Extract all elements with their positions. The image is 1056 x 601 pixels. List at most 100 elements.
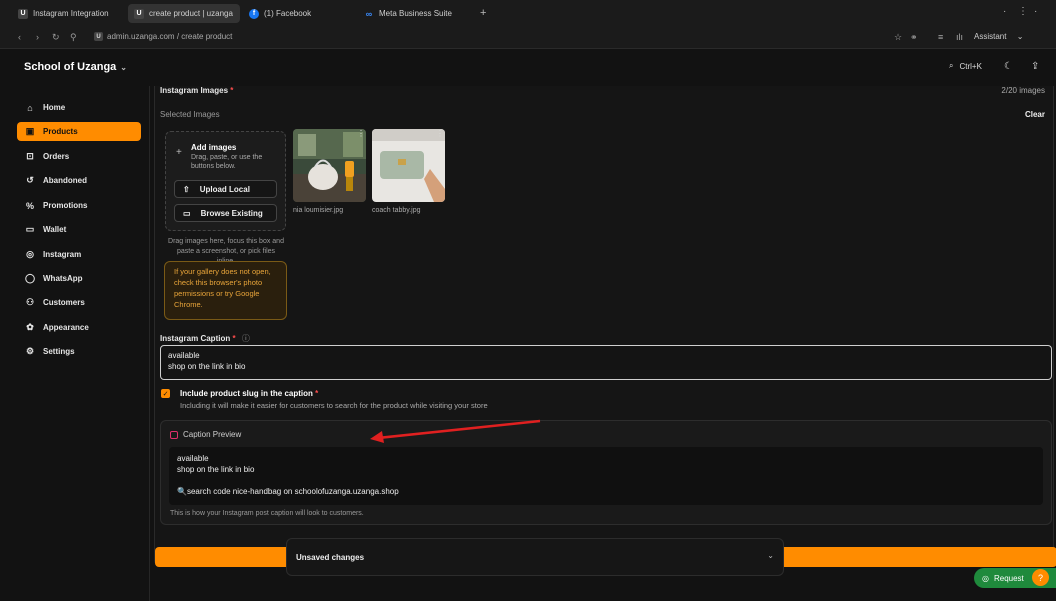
handbag-photo-1 <box>293 129 366 202</box>
required-marker: * <box>315 389 319 398</box>
image-count: 2/20 images <box>1001 86 1045 95</box>
chevron-down-icon[interactable]: ⌄ <box>767 551 774 560</box>
site-info-icon[interactable]: ⚲ <box>70 32 77 43</box>
app-header: School of Uzanga ⌄ ⌕ Ctrl+K ☾ ⇪ <box>0 49 1056 86</box>
required-marker: * <box>230 86 234 95</box>
sidebar-item-appearance[interactable]: ✿ Appearance <box>17 318 141 337</box>
tab-label: (1) Facebook <box>264 9 312 18</box>
sidebar-item-instagram[interactable]: ◎ Instagram <box>17 245 141 264</box>
users-icon: ⚇ <box>25 297 35 307</box>
image-thumbnail[interactable]: ⋮ <box>372 129 445 202</box>
share-link-icon[interactable]: ⚭ <box>910 32 918 43</box>
more-options-icon[interactable]: ⋮ <box>436 129 444 138</box>
sidebar-item-wallet[interactable]: ▭ Wallet <box>17 220 141 239</box>
box-icon: ▣ <box>25 126 35 136</box>
upload-local-button[interactable]: ⇧ Upload Local <box>174 180 277 198</box>
instagram-icon <box>170 430 178 439</box>
voice-icon[interactable]: ılı <box>956 32 963 42</box>
main-content: Instagram Images * 2/20 images Selected … <box>150 86 1056 601</box>
whatsapp-icon: ◎ <box>982 573 989 583</box>
back-icon[interactable]: ‹ <box>18 32 21 42</box>
help-icon[interactable]: ? <box>1032 569 1049 586</box>
sidebar-item-settings[interactable]: ⚙ Settings <box>17 342 141 361</box>
sidebar-item-home[interactable]: ⌂ Home <box>17 98 141 117</box>
instagram-images-heading: Instagram Images * <box>160 86 233 95</box>
dark-mode-icon[interactable]: ☾ <box>1004 61 1013 72</box>
tab-label: create product | uzanga <box>149 9 233 18</box>
bookmark-star-icon[interactable]: ☆ <box>894 32 902 43</box>
sidebar-item-orders[interactable]: ⊡ Orders <box>17 147 141 166</box>
assistant-button[interactable]: Assistant ⌄ <box>974 32 1023 41</box>
reading-list-icon[interactable]: ≡ <box>938 32 943 42</box>
reload-icon[interactable]: ↻ <box>52 32 60 43</box>
sidebar-item-label: Products <box>43 127 78 136</box>
sidebar-item-label: Home <box>43 103 66 112</box>
gallery-warning: If your gallery does not open, check thi… <box>164 261 287 320</box>
share-icon[interactable]: ⇪ <box>1031 61 1039 72</box>
new-tab-icon[interactable]: + <box>480 7 486 19</box>
caption-preview-panel: Caption Preview available shop on the li… <box>160 420 1052 525</box>
uzanga-favicon-icon: U <box>18 8 28 19</box>
include-slug-checkbox[interactable]: ✓ <box>161 389 170 398</box>
include-slug-label: Include product slug in the caption <box>180 389 313 398</box>
image-thumbnail[interactable]: ⋮ <box>293 129 366 202</box>
facebook-icon: f <box>249 8 259 19</box>
caption-line: shop on the link in bio <box>168 362 246 371</box>
sidebar: ⌂ Home ▣ Products ⊡ Orders ↺ Abandoned % Prom… <box>0 86 150 601</box>
sidebar-item-label: Promotions <box>43 201 88 210</box>
browse-existing-label: Browse Existing <box>200 208 263 218</box>
sidebar-item-customers[interactable]: ⚇ Customers <box>17 293 141 312</box>
caption-preview-heading: Caption Preview <box>170 430 241 439</box>
sidebar-item-label: Orders <box>43 152 70 161</box>
help-icon[interactable]: ⓘ <box>242 334 250 343</box>
tab-search-icon[interactable]: ⋮ <box>1018 6 1028 17</box>
image-dropzone[interactable]: + Add images Drag, paste, or use the but… <box>165 131 286 231</box>
caption-preview-body: available shop on the link in bio 🔍searc… <box>169 447 1043 505</box>
sidebar-item-label: Abandoned <box>43 176 87 185</box>
meta-icon: ∞ <box>365 8 373 19</box>
more-options-icon[interactable]: ⋮ <box>357 129 365 138</box>
forward-icon[interactable]: › <box>36 32 39 42</box>
upload-local-label: Upload Local <box>199 184 250 194</box>
tab-facebook[interactable]: f (1) Facebook <box>243 4 317 23</box>
sidebar-item-label: Appearance <box>43 323 89 332</box>
handbag-photo-2 <box>372 129 445 202</box>
instagram-images-title: Instagram Images <box>160 86 229 95</box>
tab-meta-business-suite[interactable]: ∞ Meta Business Suite <box>358 4 458 23</box>
chevron-down-icon: ⌄ <box>120 63 127 72</box>
search-shortcut: Ctrl+K <box>959 61 982 71</box>
whatsapp-icon: ◯ <box>25 273 36 283</box>
preview-note: This is how your Instagram post caption … <box>170 510 364 517</box>
caption-textarea[interactable]: available shop on the link in bio <box>160 345 1052 380</box>
instagram-caption-label: Instagram Caption <box>160 334 231 343</box>
url-field[interactable]: U admin.uzanga.com / create product <box>94 32 232 41</box>
browser-tab-bar: U Instagram Integration U create product… <box>0 0 1056 27</box>
url-text: admin.uzanga.com / create product <box>107 32 233 41</box>
upload-icon: ⇧ <box>183 184 190 194</box>
gear-icon: ⚙ <box>25 346 35 356</box>
assistant-label: Assistant <box>974 32 1007 41</box>
unsaved-changes-panel[interactable]: Unsaved changes ⌄ <box>286 538 784 576</box>
browse-existing-button[interactable]: ▭ Browse Existing <box>174 204 277 222</box>
tab-instagram-integration[interactable]: U Instagram Integration <box>12 4 115 23</box>
sidebar-item-whatsapp[interactable]: ◯ WhatsApp <box>17 269 141 288</box>
window-menu-icon[interactable]: · <box>1034 6 1037 17</box>
search-button[interactable]: ⌕ Ctrl+K <box>949 61 982 71</box>
store-name: School of Uzanga <box>24 61 117 73</box>
include-slug-heading: Include product slug in the caption * <box>180 389 318 398</box>
minimize-icon[interactable]: · <box>1003 6 1006 17</box>
add-images-subtitle: Drag, paste, or use the buttons below. <box>191 154 263 170</box>
sidebar-item-abandoned[interactable]: ↺ Abandoned <box>17 171 141 190</box>
uzanga-favicon-icon: U <box>134 8 144 19</box>
sidebar-item-promotions[interactable]: % Promotions <box>17 196 141 215</box>
sidebar-item-products[interactable]: ▣ Products <box>17 122 141 141</box>
clear-button[interactable]: Clear <box>1025 110 1045 119</box>
annotation-arrow <box>370 419 541 443</box>
uzanga-favicon-icon: U <box>94 32 103 41</box>
tab-create-product[interactable]: U create product | uzanga <box>128 4 240 23</box>
instagram-icon: ◎ <box>26 249 34 259</box>
store-switcher[interactable]: School of Uzanga ⌄ <box>24 61 127 73</box>
chevron-down-icon: ⌄ <box>1016 32 1024 41</box>
tab-label: Meta Business Suite <box>379 9 452 18</box>
plus-icon: + <box>176 147 182 158</box>
